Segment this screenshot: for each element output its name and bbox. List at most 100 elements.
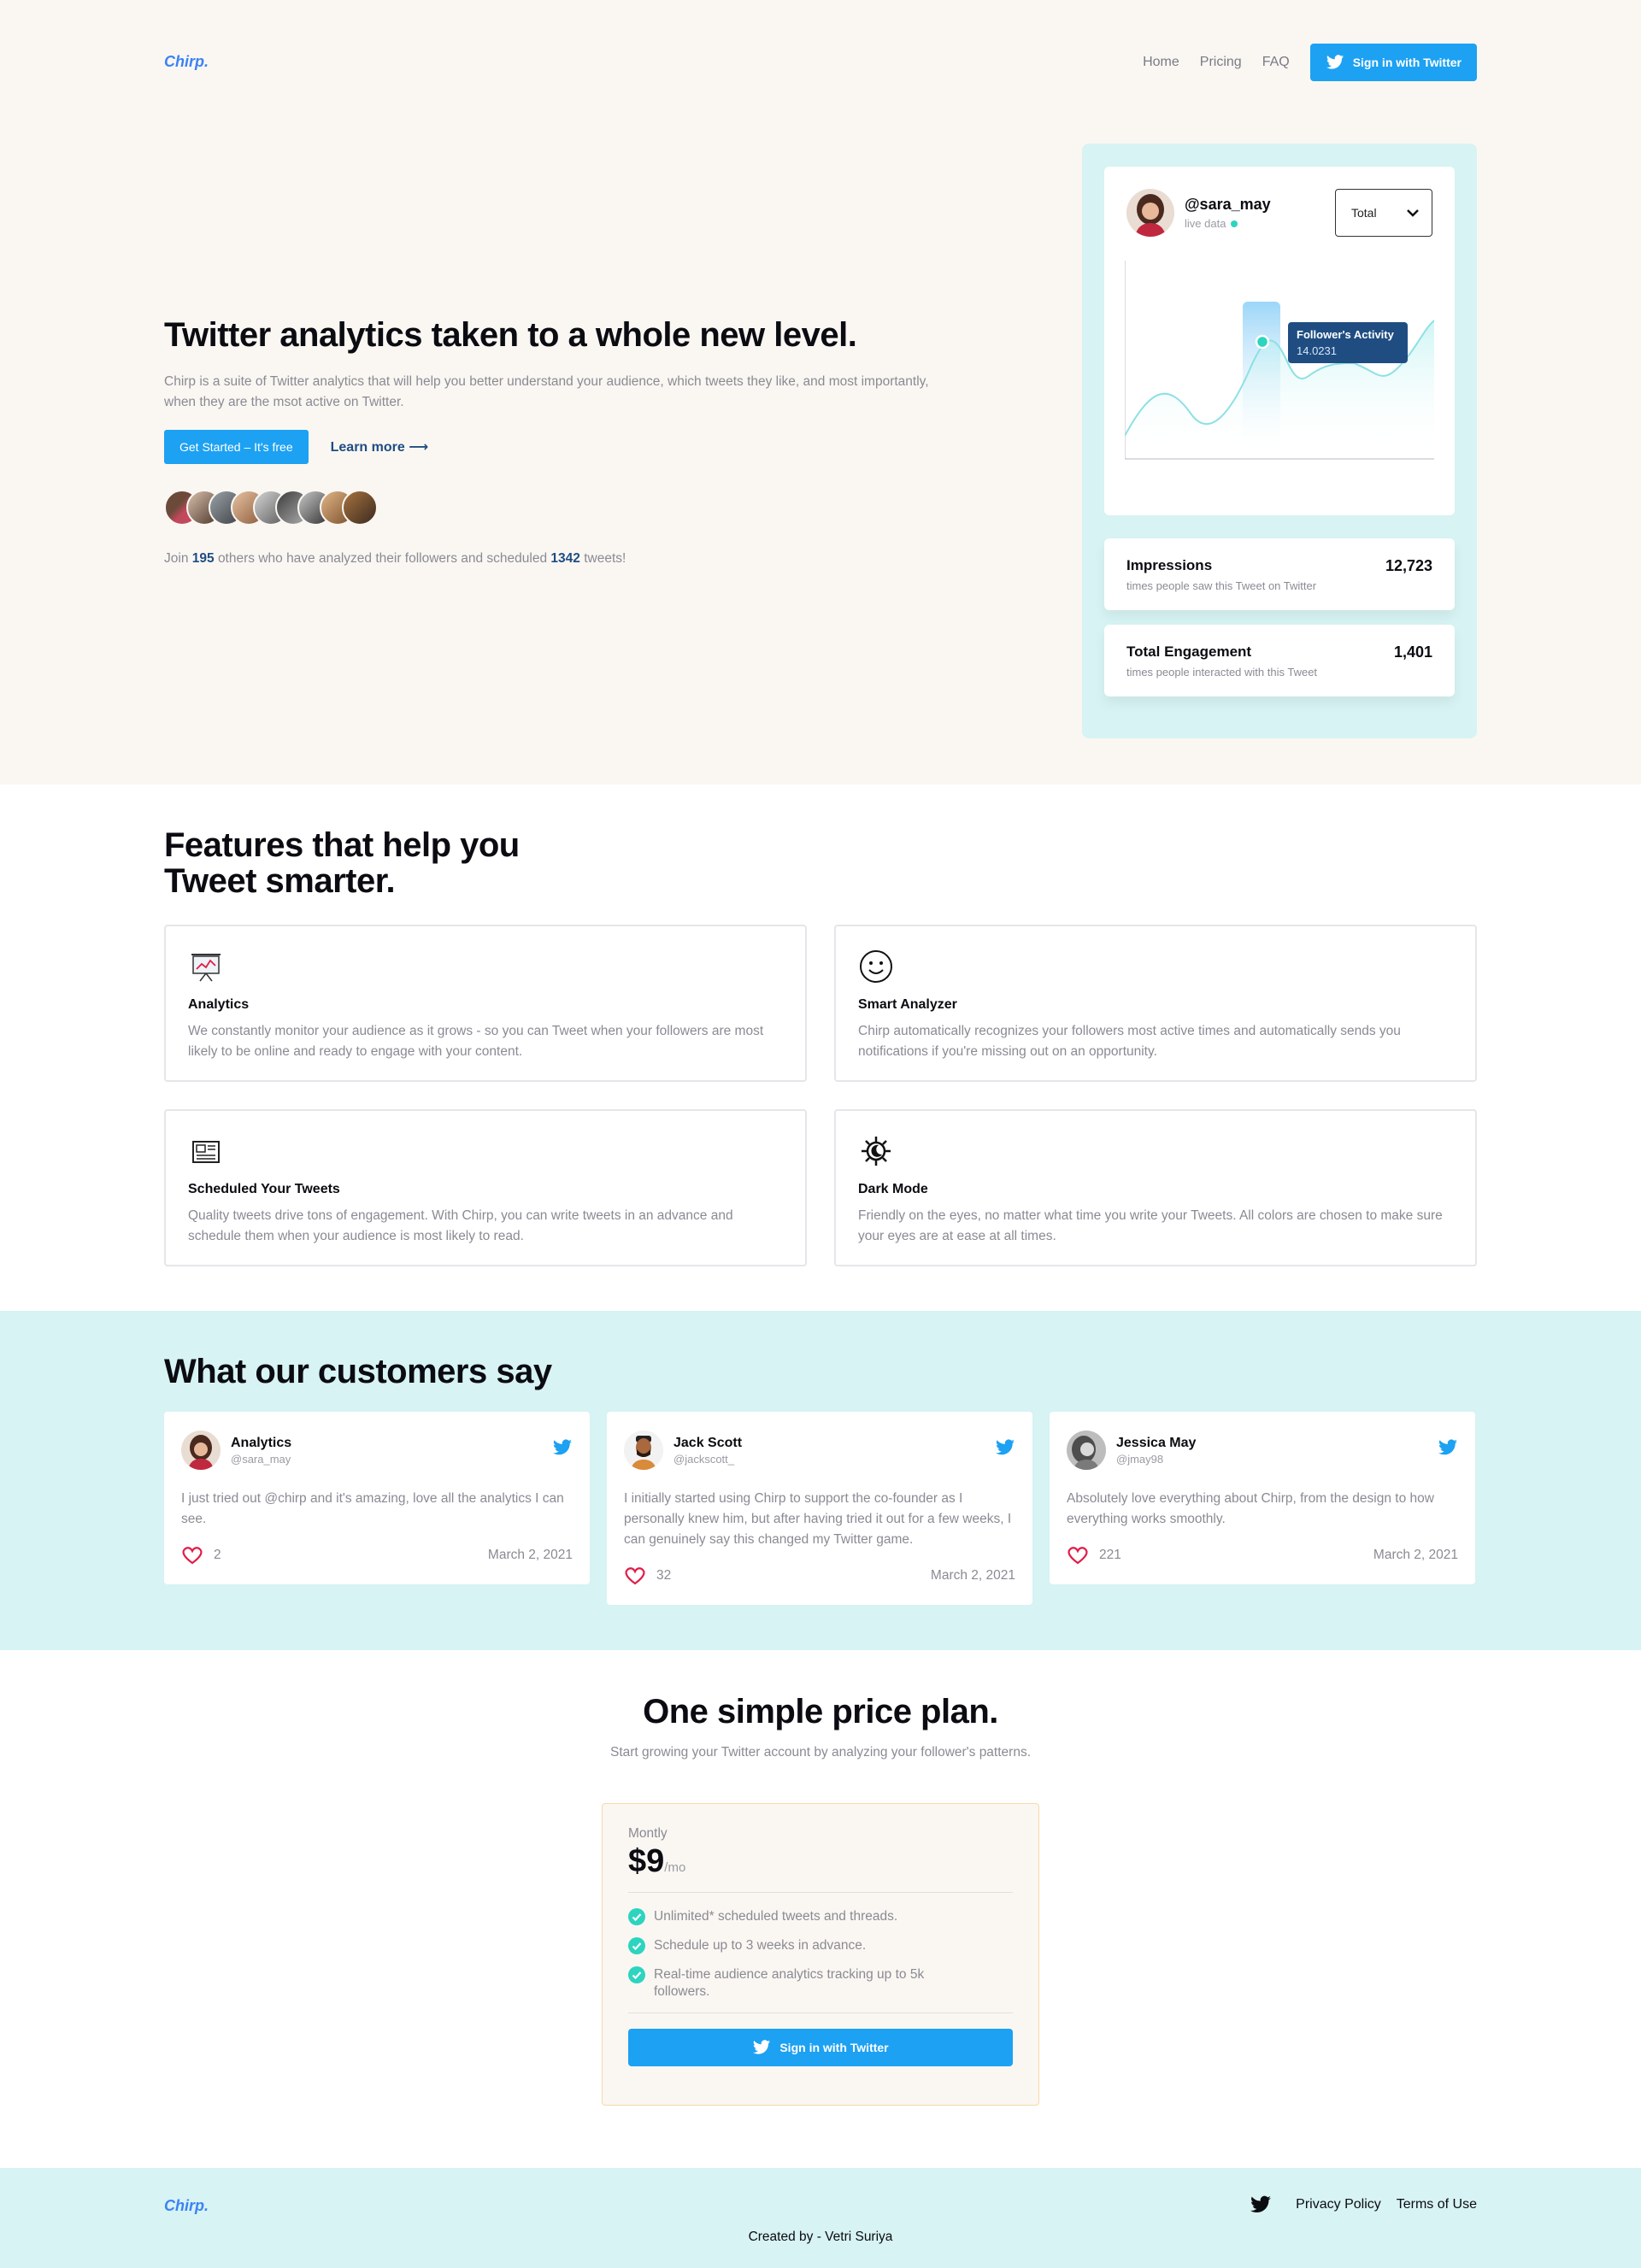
smiley-icon bbox=[860, 950, 892, 983]
like-count: 2 bbox=[214, 1548, 221, 1562]
perk-text: Schedule up to 3 weeks in advance. bbox=[654, 1938, 867, 1953]
nav-home-link[interactable]: Home bbox=[1143, 55, 1179, 70]
footer: Chirp. Privacy Policy Terms of Use Creat… bbox=[0, 2168, 1641, 2268]
pricing-subtitle: Start growing your Twitter account by an… bbox=[609, 1745, 1032, 1760]
join-stats: Join 195 others who have analyzed their … bbox=[164, 551, 959, 567]
testimonial-text: Absolutely love everything about Chirp, … bbox=[1067, 1491, 1434, 1526]
heart-icon[interactable] bbox=[1067, 1545, 1089, 1566]
impressions-stat: Impressions times people saw this Tweet … bbox=[1104, 538, 1455, 610]
footer-logo[interactable]: Chirp. bbox=[164, 2197, 209, 2215]
join-prefix: Join bbox=[164, 551, 189, 566]
signin-twitter-button[interactable]: Sign in with Twitter bbox=[1309, 43, 1477, 81]
plan-signin-label: Sign in with Twitter bbox=[779, 2041, 889, 2054]
avatar bbox=[624, 1431, 663, 1470]
top-nav: Chirp. Home Pricing FAQ Sign in with Twi… bbox=[164, 0, 1477, 124]
signin-label: Sign in with Twitter bbox=[1352, 55, 1462, 69]
footer-credit: Created by - Vetri Suriya bbox=[748, 2230, 893, 2244]
testimonial-text: I initially started using Chirp to suppo… bbox=[624, 1491, 1012, 1547]
brand-logo[interactable]: Chirp. bbox=[164, 53, 209, 71]
stat-sub: times people saw this Tweet on Twitter bbox=[1126, 579, 1317, 592]
price-plan-card: Montly $9/mo Unlimited* scheduled tweets… bbox=[602, 1803, 1039, 2106]
testimonial-handle: @sara_may bbox=[231, 1452, 291, 1466]
get-started-button[interactable]: Get Started – It's free bbox=[164, 430, 309, 464]
feature-title: Scheduled Your Tweets bbox=[188, 1182, 340, 1196]
testimonial-name: Jessica May bbox=[1116, 1435, 1197, 1450]
twitter-bird-icon[interactable] bbox=[552, 1437, 573, 1458]
plan-perk: Unlimited* scheduled tweets and threads. bbox=[628, 1908, 1013, 1925]
feature-description: Chirp automatically recognizes your foll… bbox=[858, 1024, 1401, 1059]
twitter-bird-icon[interactable] bbox=[1250, 2194, 1272, 2216]
pricing-section: One simple price plan. Start growing you… bbox=[0, 1650, 1641, 2168]
tooltip-title: Follower's Activity bbox=[1297, 328, 1395, 341]
check-circle-icon bbox=[628, 1908, 645, 1925]
follower-activity-chart: Follower's Activity 14.0231 bbox=[1125, 261, 1434, 460]
feature-title: Smart Analyzer bbox=[858, 997, 957, 1012]
heart-icon[interactable] bbox=[624, 1566, 646, 1586]
features-title-line: Tweet smarter. bbox=[164, 862, 396, 900]
testimonials-section: What our customers say Analytics @sara_ma… bbox=[0, 1311, 1641, 1650]
plan-perk: Real-time audience analytics tracking up… bbox=[628, 1966, 1013, 2001]
testimonial-handle: @jmay98 bbox=[1116, 1452, 1164, 1466]
stat-value: 12,723 bbox=[1385, 557, 1432, 574]
newspaper-icon bbox=[192, 1141, 220, 1163]
learn-more-link[interactable]: Learn more ⟶ bbox=[331, 438, 429, 455]
presentation-chart-icon bbox=[191, 954, 221, 982]
testimonial-name: Jack Scott bbox=[673, 1435, 743, 1450]
features-title: Features that help you Tweet smarter. bbox=[164, 827, 1477, 899]
avatar bbox=[1067, 1431, 1106, 1470]
like-count: 32 bbox=[656, 1568, 672, 1583]
active-point[interactable] bbox=[1255, 334, 1270, 350]
nav-pricing-link[interactable]: Pricing bbox=[1200, 55, 1242, 70]
twitter-bird-icon[interactable] bbox=[995, 1437, 1015, 1458]
plan-perk: Schedule up to 3 weeks in advance. bbox=[628, 1937, 1013, 1954]
activity-chart-card: @sara_may live data Total Follower's Act… bbox=[1104, 167, 1455, 515]
features-title-line: Features that help you bbox=[164, 826, 520, 864]
hero-content: Twitter analytics taken to a whole new l… bbox=[164, 316, 959, 567]
feature-title: Analytics bbox=[188, 997, 250, 1012]
testimonial-card: Jack Scott @jackscott_ I initially starte… bbox=[607, 1412, 1032, 1605]
tweets-count: 1342 bbox=[550, 551, 580, 566]
avatar bbox=[181, 1431, 221, 1470]
testimonial-date: March 2, 2021 bbox=[487, 1548, 573, 1562]
heart-icon[interactable] bbox=[181, 1545, 203, 1566]
plan-price: $9 bbox=[628, 1843, 665, 1879]
twitter-bird-icon bbox=[1326, 54, 1344, 69]
terms-of-use-link[interactable]: Terms of Use bbox=[1397, 2197, 1477, 2212]
like-count: 221 bbox=[1099, 1548, 1121, 1562]
feature-card-scheduled-tweets: Scheduled Your Tweets Quality tweets dri… bbox=[164, 1109, 807, 1266]
testimonial-text: I just tried out @chirp and it's amazing… bbox=[181, 1491, 564, 1526]
hero-title: Twitter analytics taken to a whole new l… bbox=[164, 316, 857, 354]
moon-sun-icon bbox=[862, 1137, 891, 1166]
feature-description: We constantly monitor your audience as i… bbox=[188, 1024, 764, 1059]
metric-select-value: Total bbox=[1351, 206, 1377, 220]
twitter-bird-icon[interactable] bbox=[1438, 1437, 1458, 1458]
plan-signin-button[interactable]: Sign in with Twitter bbox=[628, 2029, 1013, 2066]
stat-value: 1,401 bbox=[1393, 643, 1432, 661]
stat-label: Total Engagement bbox=[1126, 643, 1252, 660]
pricing-title: One simple price plan. bbox=[643, 1693, 998, 1730]
perk-text: Real-time audience analytics tracking up… bbox=[654, 1967, 925, 1999]
perk-text: Unlimited* scheduled tweets and threads. bbox=[654, 1909, 898, 1924]
engagement-stat: Total Engagement times people interacted… bbox=[1104, 625, 1455, 696]
join-middle: others who have analyzed their followers… bbox=[217, 551, 548, 566]
privacy-policy-link[interactable]: Privacy Policy bbox=[1296, 2197, 1381, 2212]
divider bbox=[628, 2012, 1013, 2013]
join-suffix: tweets! bbox=[584, 551, 626, 566]
dashboard-preview: @sara_may live data Total Follower's Act… bbox=[1082, 144, 1477, 738]
feature-card-analytics: Analytics We constantly monitor your aud… bbox=[164, 925, 807, 1082]
feature-description: Quality tweets drive tons of engagement.… bbox=[188, 1208, 733, 1243]
feature-card-smart-analyzer: Smart Analyzer Chirp automatically recog… bbox=[834, 925, 1477, 1082]
check-circle-icon bbox=[628, 1966, 645, 1983]
user-avatars bbox=[164, 490, 959, 526]
plan-name: Montly bbox=[628, 1826, 668, 1841]
twitter-bird-icon bbox=[753, 2040, 771, 2054]
metric-select[interactable]: Total bbox=[1335, 189, 1432, 237]
testimonial-card: Analytics @sara_may I just tried out @chi… bbox=[164, 1412, 590, 1584]
divider bbox=[628, 1892, 1013, 1893]
nav-faq-link[interactable]: FAQ bbox=[1262, 55, 1290, 70]
hero-section: Chirp. Home Pricing FAQ Sign in with Twi… bbox=[0, 0, 1641, 784]
plan-period: /mo bbox=[664, 1860, 686, 1875]
features-section: Features that help you Tweet smarter. An… bbox=[0, 784, 1641, 1311]
avatar bbox=[342, 490, 378, 526]
testimonial-date: March 2, 2021 bbox=[930, 1568, 1015, 1583]
